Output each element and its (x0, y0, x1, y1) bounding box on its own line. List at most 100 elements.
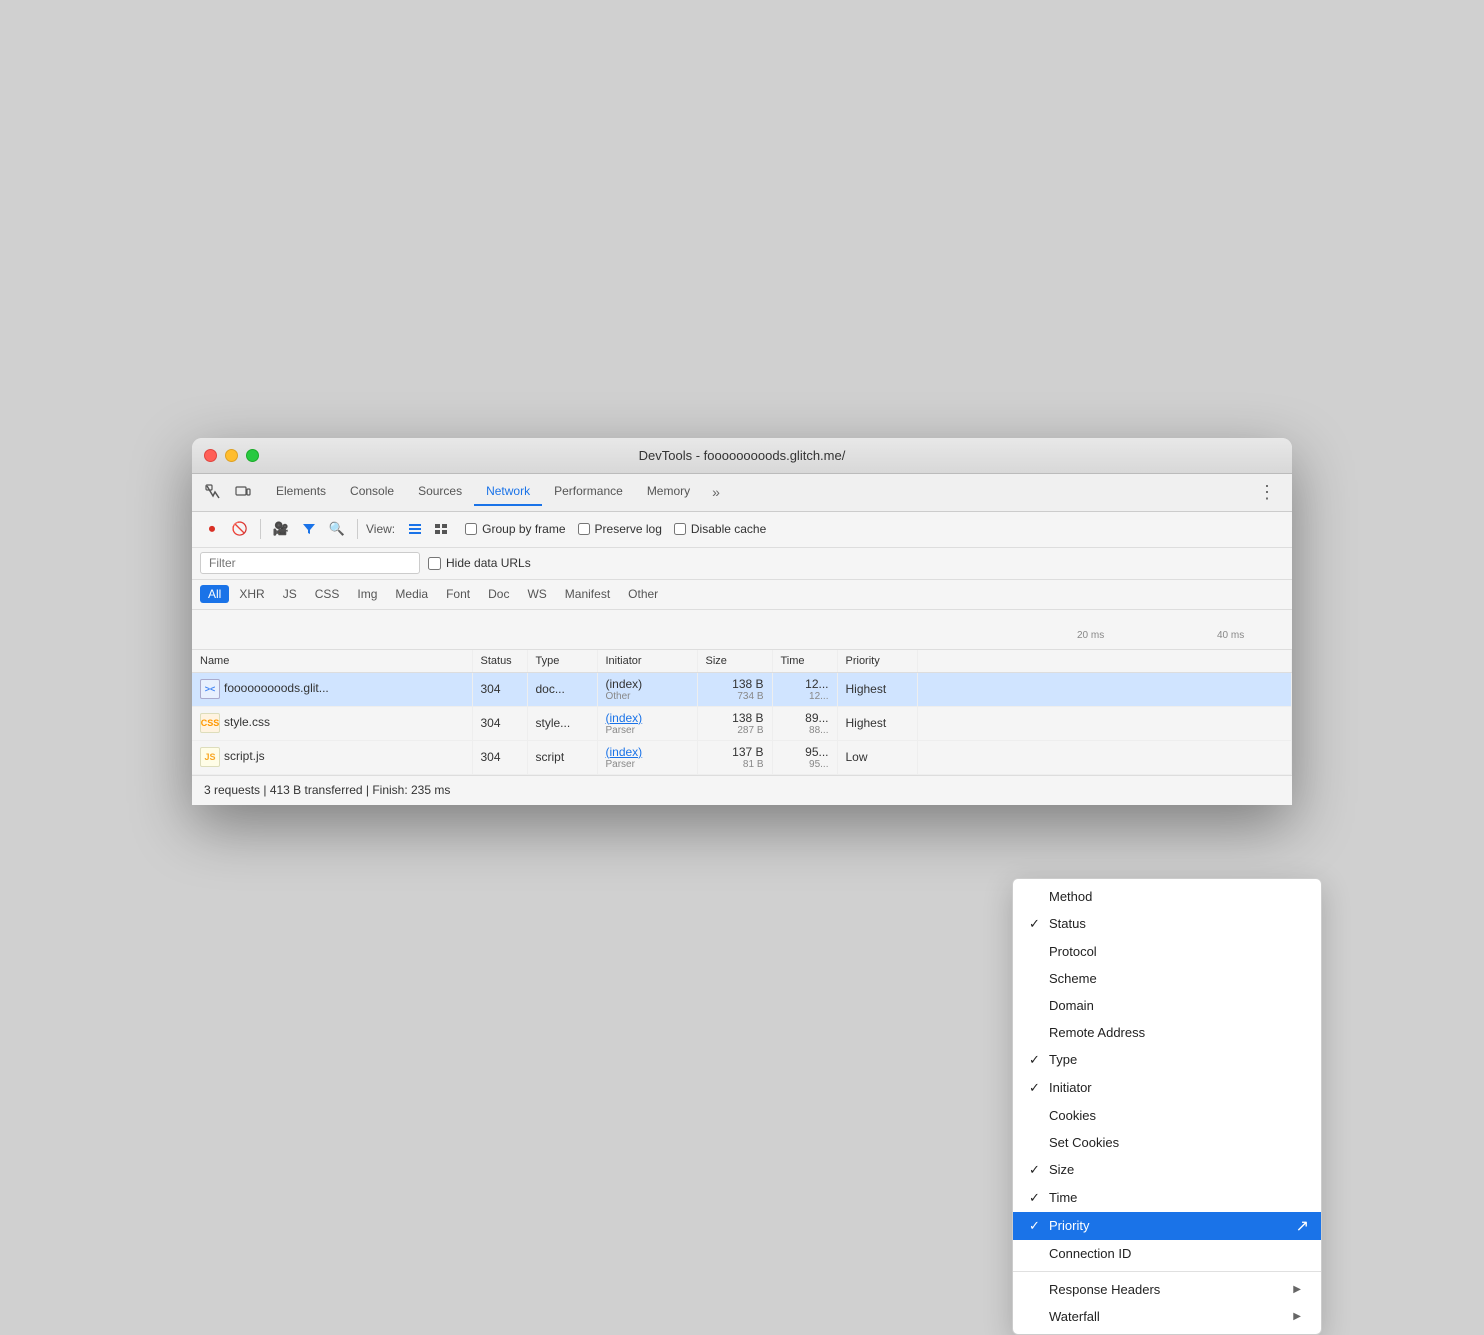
initiator-link[interactable]: (index) (606, 711, 643, 725)
file-icon-js: JS (200, 747, 220, 767)
type-filter-ws[interactable]: WS (519, 585, 554, 603)
menu-item-method[interactable]: Method (1013, 883, 1321, 910)
menu-item-cookies[interactable]: Cookies (1013, 1102, 1321, 1129)
menu-item-type[interactable]: ✓Type (1013, 1046, 1321, 1074)
menu-item-status[interactable]: ✓Status (1013, 910, 1321, 938)
maximize-button[interactable] (246, 449, 259, 462)
clear-button[interactable]: 🚫 (228, 517, 252, 541)
close-button[interactable] (204, 449, 217, 462)
type-filter-font[interactable]: Font (438, 585, 478, 603)
menu-item-remote-address[interactable]: Remote Address (1013, 1019, 1321, 1046)
table-row[interactable]: ><fooooooooods.glit...304doc...(index)Ot… (192, 672, 1292, 706)
menu-item-size[interactable]: ✓Size (1013, 1156, 1321, 1184)
check-icon: ✓ (1029, 1218, 1049, 1234)
submenu-arrow-icon: ▶ (1293, 1311, 1301, 1322)
menu-item-label: Response Headers (1049, 1282, 1293, 1297)
group-view-button[interactable] (429, 517, 453, 541)
status-bar: 3 requests | 413 B transferred | Finish:… (192, 775, 1292, 805)
cell-status-1: 304 (472, 706, 527, 740)
view-label: View: (366, 522, 395, 536)
type-filter-other[interactable]: Other (620, 585, 666, 603)
tab-console[interactable]: Console (338, 478, 406, 506)
type-filter-media[interactable]: Media (387, 585, 436, 603)
record-button[interactable]: ⏺ (200, 517, 224, 541)
disable-cache-checkbox[interactable]: Disable cache (674, 522, 766, 536)
preserve-log-checkbox[interactable]: Preserve log (578, 522, 662, 536)
header-waterfall[interactable] (917, 650, 1292, 673)
cell-initiator-0: (index)Other (597, 672, 697, 706)
type-filter-all[interactable]: All (200, 585, 229, 603)
cell-priority-1: Highest (837, 706, 917, 740)
menu-item-response-headers[interactable]: Response Headers▶ (1013, 1276, 1321, 1303)
minimize-button[interactable] (225, 449, 238, 462)
filter-icon[interactable] (297, 517, 321, 541)
menu-item-scheme[interactable]: Scheme (1013, 965, 1321, 992)
filter-input[interactable] (200, 552, 420, 574)
list-view-button[interactable] (403, 517, 427, 541)
size-sub: 287 B (706, 725, 764, 736)
separator-1 (260, 519, 261, 539)
type-filter-css[interactable]: CSS (307, 585, 348, 603)
group-by-frame-input[interactable] (465, 523, 477, 535)
disable-cache-input[interactable] (674, 523, 686, 535)
menu-item-connection-id[interactable]: Connection ID (1013, 1240, 1321, 1267)
menu-item-label: Remote Address (1049, 1025, 1301, 1040)
more-tabs-button[interactable]: » (706, 480, 726, 504)
preserve-log-input[interactable] (578, 523, 590, 535)
menu-item-priority[interactable]: ✓Priority↗ (1013, 1212, 1321, 1240)
header-name[interactable]: Name (192, 650, 472, 673)
window-title: DevTools - fooooooooods.glitch.me/ (639, 448, 846, 463)
cell-size-1: 138 B287 B (697, 706, 772, 740)
kebab-menu-button[interactable]: ⋮ (1250, 478, 1284, 507)
menu-item-protocol[interactable]: Protocol (1013, 938, 1321, 965)
network-table-container: Name Status Type Initiator Size Time Pri… (192, 650, 1292, 775)
tab-sources[interactable]: Sources (406, 478, 474, 506)
initiator-text: (index) (606, 677, 643, 691)
inspect-icon[interactable] (200, 479, 226, 505)
group-by-frame-label: Group by frame (482, 522, 565, 536)
menu-item-label: Domain (1049, 998, 1301, 1013)
initiator-sub: Parser (606, 725, 689, 736)
initiator-link[interactable]: (index) (606, 745, 643, 759)
table-header-row: Name Status Type Initiator Size Time Pri… (192, 650, 1292, 673)
type-filter-manifest[interactable]: Manifest (557, 585, 618, 603)
type-filter-xhr[interactable]: XHR (231, 585, 272, 603)
network-toolbar: ⏺ 🚫 🎥 🔍 View: (192, 512, 1292, 548)
header-initiator[interactable]: Initiator (597, 650, 697, 673)
hide-data-urls-input[interactable] (428, 557, 441, 570)
tab-network[interactable]: Network (474, 478, 542, 506)
type-filter-img[interactable]: Img (349, 585, 385, 603)
table-row[interactable]: JSscript.js304script(index)Parser137 B81… (192, 740, 1292, 774)
time-sub: 12... (781, 691, 829, 702)
menu-item-label: Initiator (1049, 1080, 1301, 1095)
tab-memory[interactable]: Memory (635, 478, 702, 506)
menu-item-label: Method (1049, 889, 1301, 904)
menu-item-time[interactable]: ✓Time (1013, 1184, 1321, 1212)
tick-40ms: 40 ms (1217, 630, 1244, 641)
header-priority[interactable]: Priority (837, 650, 917, 673)
check-icon: ✓ (1029, 1080, 1049, 1096)
file-name: script.js (224, 749, 265, 763)
tab-elements[interactable]: Elements (264, 478, 338, 506)
status-text: 3 requests | 413 B transferred | Finish:… (204, 783, 450, 797)
check-icon: ✓ (1029, 1052, 1049, 1068)
header-size[interactable]: Size (697, 650, 772, 673)
header-type[interactable]: Type (527, 650, 597, 673)
menu-item-waterfall[interactable]: Waterfall▶ (1013, 1303, 1321, 1330)
type-filter-js[interactable]: JS (275, 585, 305, 603)
menu-item-initiator[interactable]: ✓Initiator (1013, 1074, 1321, 1102)
table-row[interactable]: CSSstyle.css304style...(index)Parser138 … (192, 706, 1292, 740)
group-by-frame-checkbox[interactable]: Group by frame (465, 522, 565, 536)
menu-item-set-cookies[interactable]: Set Cookies (1013, 1129, 1321, 1156)
search-icon[interactable]: 🔍 (325, 517, 349, 541)
header-time[interactable]: Time (772, 650, 837, 673)
initiator-sub: Other (606, 691, 689, 702)
camera-button[interactable]: 🎥 (269, 517, 293, 541)
device-icon[interactable] (230, 479, 256, 505)
tab-performance[interactable]: Performance (542, 478, 635, 506)
hide-data-urls-checkbox[interactable]: Hide data URLs (428, 556, 531, 570)
type-filter-doc[interactable]: Doc (480, 585, 517, 603)
header-status[interactable]: Status (472, 650, 527, 673)
tab-icons (200, 479, 256, 505)
menu-item-domain[interactable]: Domain (1013, 992, 1321, 1019)
